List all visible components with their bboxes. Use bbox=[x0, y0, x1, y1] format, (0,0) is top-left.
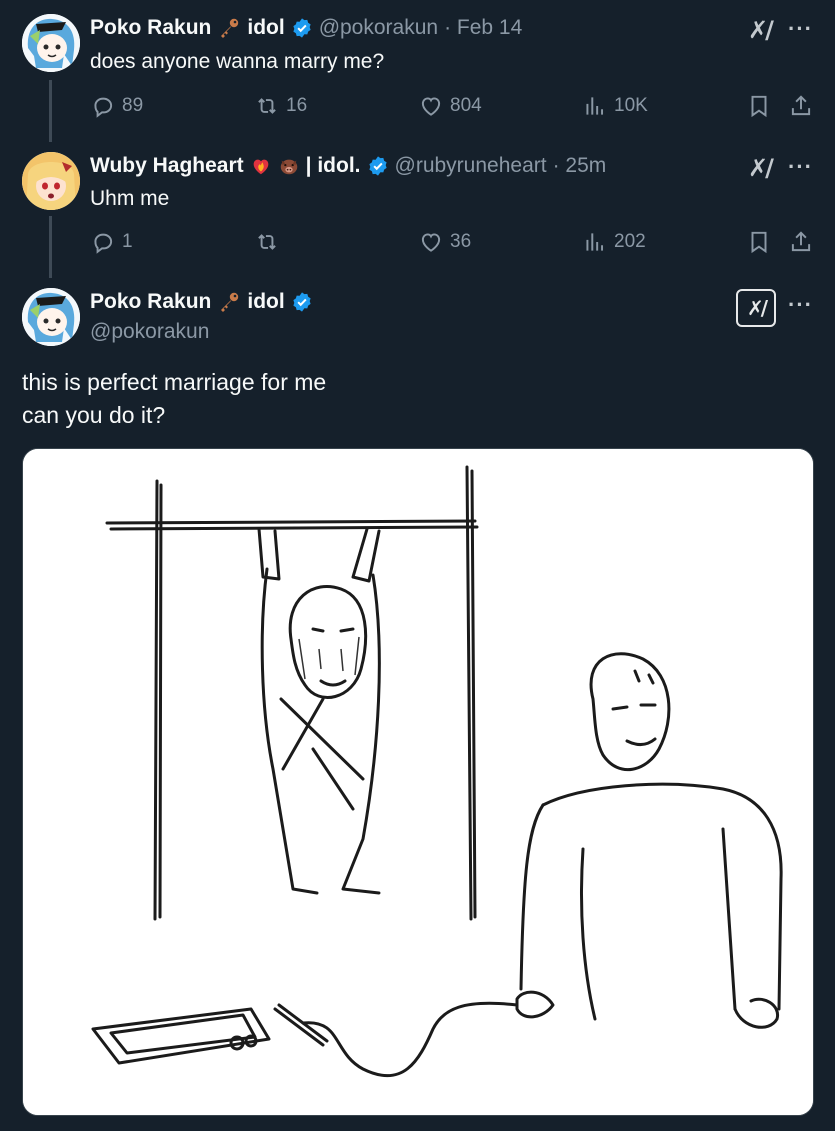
share-icon bbox=[788, 93, 814, 119]
reply-icon bbox=[90, 229, 116, 255]
user-handle[interactable]: @pokorakun bbox=[319, 16, 438, 40]
more-icon: ··· bbox=[788, 154, 813, 179]
tweet-media-image[interactable] bbox=[22, 448, 814, 1116]
display-name[interactable]: Poko Rakun bbox=[90, 16, 211, 40]
share-icon bbox=[788, 229, 814, 255]
tweet-header: Wuby Hagheart | idol. @rubyruneheart · 2… bbox=[90, 154, 606, 178]
grok-button[interactable]: ✗/ bbox=[748, 16, 774, 44]
display-name[interactable]: Wuby Hagheart bbox=[90, 154, 244, 178]
grok-icon: ✗/ bbox=[746, 296, 768, 320]
views-button[interactable]: 10K bbox=[582, 93, 648, 119]
reply-button[interactable]: 1 bbox=[90, 229, 133, 255]
grok-icon: ✗/ bbox=[748, 16, 774, 44]
tweet-text-line: can you do it? bbox=[22, 402, 166, 428]
verified-badge-icon bbox=[367, 155, 389, 177]
more-icon: ··· bbox=[788, 16, 813, 41]
heart-fire-emoji-icon bbox=[253, 159, 268, 175]
views-icon bbox=[582, 229, 608, 255]
more-button[interactable]: ··· bbox=[788, 292, 813, 318]
timestamp[interactable]: · Feb 14 bbox=[444, 16, 522, 40]
avatar[interactable] bbox=[22, 14, 80, 72]
views-count: 202 bbox=[614, 231, 646, 252]
key-emoji-icon bbox=[217, 290, 241, 314]
user-handle[interactable]: @rubyruneheart bbox=[395, 154, 547, 178]
heart-icon bbox=[418, 93, 444, 119]
like-button[interactable]: 804 bbox=[418, 93, 482, 119]
display-name[interactable]: Poko Rakun bbox=[90, 290, 211, 314]
thread-line bbox=[49, 216, 52, 278]
tweet-header: Poko Rakun idol @pokorakun · Feb 14 bbox=[90, 16, 522, 40]
sketch-drawing bbox=[23, 449, 813, 1115]
bookmark-icon bbox=[746, 229, 772, 255]
tweet-text: does anyone wanna marry me? bbox=[90, 50, 385, 73]
repost-icon bbox=[254, 93, 280, 119]
share-button[interactable] bbox=[788, 229, 814, 255]
heart-icon bbox=[418, 229, 444, 255]
verified-badge-icon bbox=[291, 291, 313, 313]
more-button[interactable]: ··· bbox=[788, 154, 813, 180]
display-name-suffix[interactable]: idol bbox=[247, 290, 284, 314]
boar-emoji-icon bbox=[280, 159, 297, 175]
display-name-suffix[interactable]: | idol. bbox=[306, 154, 361, 178]
reply-count: 89 bbox=[122, 95, 144, 116]
tweet-text: Uhm me bbox=[90, 187, 170, 210]
like-count: 36 bbox=[450, 231, 472, 252]
tweet-text-line: this is perfect marriage for me bbox=[22, 369, 327, 395]
avatar[interactable] bbox=[22, 152, 80, 210]
more-button[interactable]: ··· bbox=[788, 16, 813, 42]
tweet-header: Poko Rakun idol bbox=[90, 290, 313, 314]
grok-icon: ✗/ bbox=[748, 154, 774, 182]
reply-button[interactable]: 89 bbox=[90, 93, 143, 119]
bookmark-icon bbox=[746, 93, 772, 119]
like-count: 804 bbox=[450, 95, 482, 116]
views-icon bbox=[582, 93, 608, 119]
repost-count: 16 bbox=[286, 95, 308, 116]
avatar[interactable] bbox=[22, 288, 80, 346]
bookmark-button[interactable] bbox=[746, 229, 772, 255]
more-icon: ··· bbox=[788, 292, 813, 317]
grok-button[interactable]: ✗/ bbox=[736, 289, 776, 327]
repost-button[interactable] bbox=[254, 229, 286, 255]
user-handle[interactable]: @pokorakun bbox=[90, 320, 209, 344]
reply-count: 1 bbox=[122, 231, 133, 252]
key-emoji-icon bbox=[217, 16, 241, 40]
bookmark-button[interactable] bbox=[746, 93, 772, 119]
reply-icon bbox=[90, 93, 116, 119]
share-button[interactable] bbox=[788, 93, 814, 119]
views-count: 10K bbox=[614, 95, 648, 116]
timestamp[interactable]: · 25m bbox=[553, 154, 607, 178]
display-name-suffix[interactable]: idol bbox=[247, 16, 284, 40]
views-button[interactable]: 202 bbox=[582, 229, 646, 255]
repost-button[interactable]: 16 bbox=[254, 93, 307, 119]
repost-icon bbox=[254, 229, 280, 255]
grok-button[interactable]: ✗/ bbox=[748, 154, 774, 182]
thread-line bbox=[49, 80, 52, 142]
verified-badge-icon bbox=[291, 17, 313, 39]
like-button[interactable]: 36 bbox=[418, 229, 471, 255]
